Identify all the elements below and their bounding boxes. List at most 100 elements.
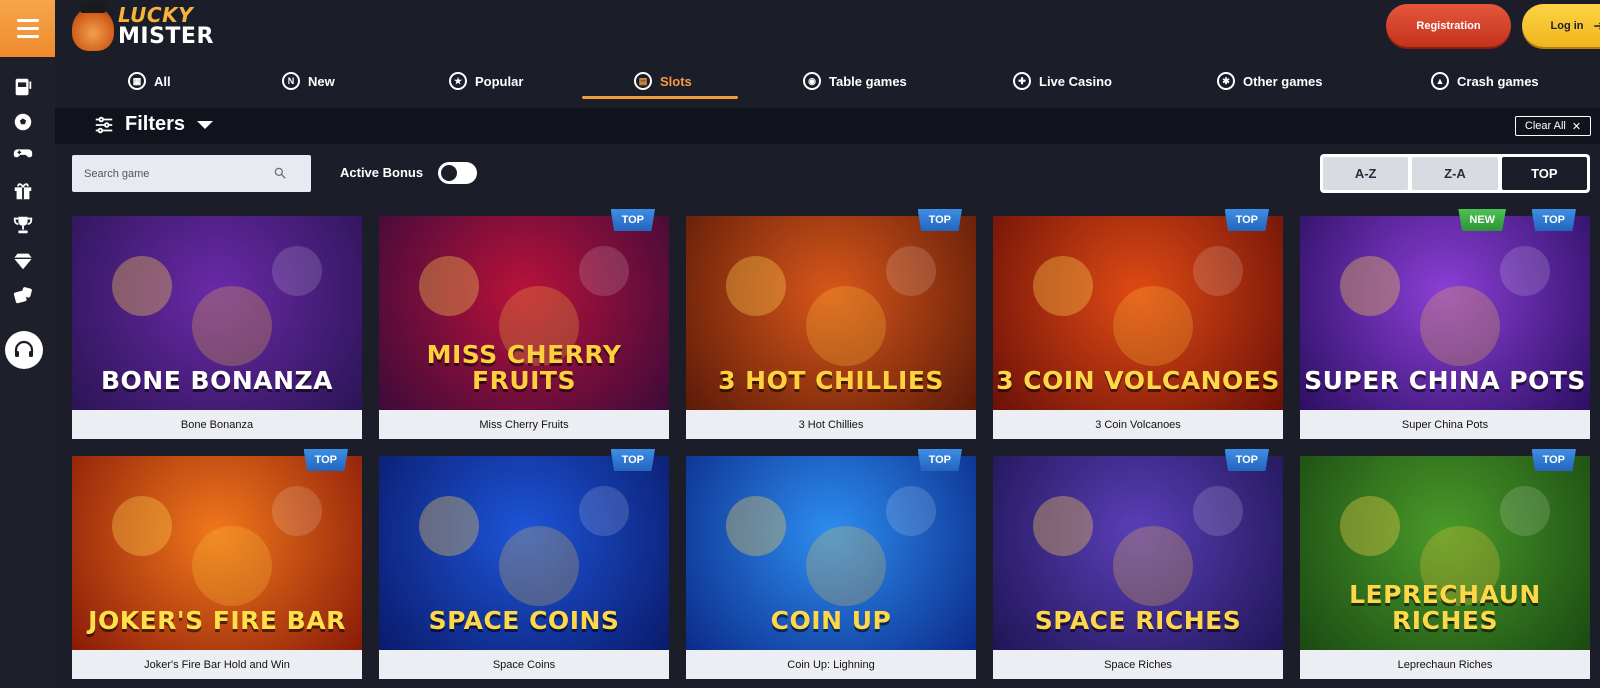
game-card[interactable]: MISS CHERRY FRUITS Miss Cherry Fruits TOP [379,209,669,442]
game-art-title: COIN UP [770,606,892,635]
sort-az-button[interactable]: A-Z [1323,157,1409,190]
game-title[interactable]: Space Riches [993,650,1283,679]
brand-line2: MISTER [118,24,214,49]
top-badge: TOP [1531,209,1576,231]
tab-popular[interactable]: ★ Popular [449,62,523,100]
game-card[interactable]: SUPER CHINA POTS Super China Pots TOP NEW [1300,209,1590,442]
active-bonus-label: Active Bonus [340,165,424,180]
new-badge: NEW [1458,209,1506,231]
gamepad-icon[interactable] [10,140,36,166]
tab-label: Table games [829,73,907,89]
tab-slots[interactable]: ▤ Slots [634,62,692,100]
game-title[interactable]: Super China Pots [1300,410,1590,439]
hamburger-menu-button[interactable] [0,0,55,57]
crash-games-icon: ▲ [1431,72,1449,90]
game-thumbnail[interactable]: JOKER'S FIRE BAR [72,456,362,650]
game-card[interactable]: JOKER'S FIRE BAR Joker's Fire Bar Hold an… [72,449,362,682]
tab-new[interactable]: N New [282,62,335,100]
game-grid: BONE BONANZA Bone Bonanza MISS CHERRY FRUI… [72,209,1592,688]
slot-machine-icon[interactable] [10,74,36,100]
tab-label: Crash games [1457,73,1539,89]
top-badge: TOP [1224,449,1269,471]
tab-other-games[interactable]: ✱ Other games [1217,62,1322,100]
game-art-title: BONE BONANZA [101,366,333,395]
sort-top-button[interactable]: TOP [1501,157,1587,190]
game-title[interactable]: Leprechaun Riches [1300,650,1590,679]
game-card[interactable]: SPACE RICHES Space Riches TOP [993,449,1283,682]
game-card[interactable]: SPACE COINS Space Coins TOP [379,449,669,682]
game-card[interactable]: 3 COIN VOLCANOES 3 Coin Volcanoes TOP [993,209,1283,442]
game-thumbnail[interactable]: SUPER CHINA POTS [1300,216,1590,410]
search-input[interactable] [84,164,274,184]
tab-label: Popular [475,73,524,89]
tab-all[interactable]: ▦ All [128,62,171,100]
game-title[interactable]: Bone Bonanza [72,410,362,439]
tab-crash-games[interactable]: ▲ Crash games [1431,62,1539,100]
other-games-icon: ✱ [1217,72,1235,90]
diamond-icon[interactable] [10,248,36,274]
slots-icon: ▤ [634,72,652,90]
game-thumbnail[interactable]: SPACE COINS [379,456,669,650]
game-art-title: SPACE RICHES [1034,606,1242,635]
login-button[interactable]: Log in [1522,4,1600,47]
tab-live-casino[interactable]: ✚ Live Casino [1013,62,1112,100]
game-thumbnail[interactable]: 3 COIN VOLCANOES [993,216,1283,410]
active-bonus-toggle[interactable] [438,162,477,184]
registration-button[interactable]: Registration [1386,4,1511,47]
game-title[interactable]: Joker's Fire Bar Hold and Win [72,650,362,679]
game-title[interactable]: 3 Hot Chillies [686,410,976,439]
tab-table-games[interactable]: ◉ Table games [803,62,907,100]
game-title[interactable]: Space Coins [379,650,669,679]
game-card[interactable]: BONE BONANZA Bone Bonanza [72,216,362,442]
support-icon[interactable] [5,331,43,369]
active-tab-underline [582,96,738,99]
soccer-ball-icon[interactable] [10,109,36,135]
top-badge: TOP [1531,449,1576,471]
login-arrow-icon [1593,21,1600,30]
clear-all-label: Clear All [1524,120,1566,132]
game-title[interactable]: 3 Coin Volcanoes [993,410,1283,439]
top-badge: TOP [1224,209,1269,231]
tab-label: Slots [660,73,692,89]
game-title[interactable]: Miss Cherry Fruits [379,410,669,439]
game-thumbnail[interactable]: BONE BONANZA [72,216,362,410]
top-badge: TOP [917,209,962,231]
trophy-icon[interactable] [10,212,36,238]
login-label: Log in [1550,19,1584,32]
header: LUCKY MISTER Registration Log in [55,0,1600,60]
gift-icon[interactable] [10,178,36,204]
tab-label: Live Casino [1039,73,1112,89]
caret-down-icon [197,120,214,129]
search-icon[interactable] [273,166,287,180]
game-thumbnail[interactable]: SPACE RICHES [993,456,1283,650]
tab-label: All [154,73,171,89]
top-badge: TOP [610,449,655,471]
game-art-title: JOKER'S FIRE BAR [88,606,346,635]
brand-line1: LUCKY [118,3,194,27]
game-art-title: LEPRECHAUN RICHES [1349,580,1541,635]
clear-all-button[interactable]: Clear All ✕ [1515,116,1591,136]
sort-switch: A-Z Z-A TOP [1320,154,1590,193]
left-rail [0,0,55,688]
game-art-title: 3 HOT CHILLIES [718,366,944,395]
game-thumbnail[interactable]: COIN UP [686,456,976,650]
game-title[interactable]: Coin Up: Lighning [686,650,976,679]
game-thumbnail[interactable]: 3 HOT CHILLIES [686,216,976,410]
dice-icon[interactable] [10,283,36,309]
table-games-icon: ◉ [803,72,821,90]
game-thumbnail[interactable]: LEPRECHAUN RICHES [1300,456,1590,650]
game-thumbnail[interactable]: MISS CHERRY FRUITS [379,216,669,410]
filters-bar: Filters Clear All ✕ [55,108,1600,144]
close-icon: ✕ [1571,120,1582,133]
search-box [72,155,311,192]
filters-toggle[interactable]: Filters [93,113,214,136]
game-card[interactable]: COIN UP Coin Up: Lighning TOP [686,449,976,682]
lucky-mister-logo[interactable]: LUCKY MISTER [72,3,222,51]
filters-label: Filters [125,113,186,135]
game-card[interactable]: LEPRECHAUN RICHES Leprechaun Riches TOP [1300,449,1590,682]
tab-label: Other games [1243,73,1323,89]
game-card[interactable]: 3 HOT CHILLIES 3 Hot Chillies TOP [686,209,976,442]
game-art-title: 3 COIN VOLCANOES [996,366,1280,395]
sort-za-button[interactable]: Z-A [1412,157,1498,190]
game-art-title: MISS CHERRY FRUITS [426,340,622,395]
